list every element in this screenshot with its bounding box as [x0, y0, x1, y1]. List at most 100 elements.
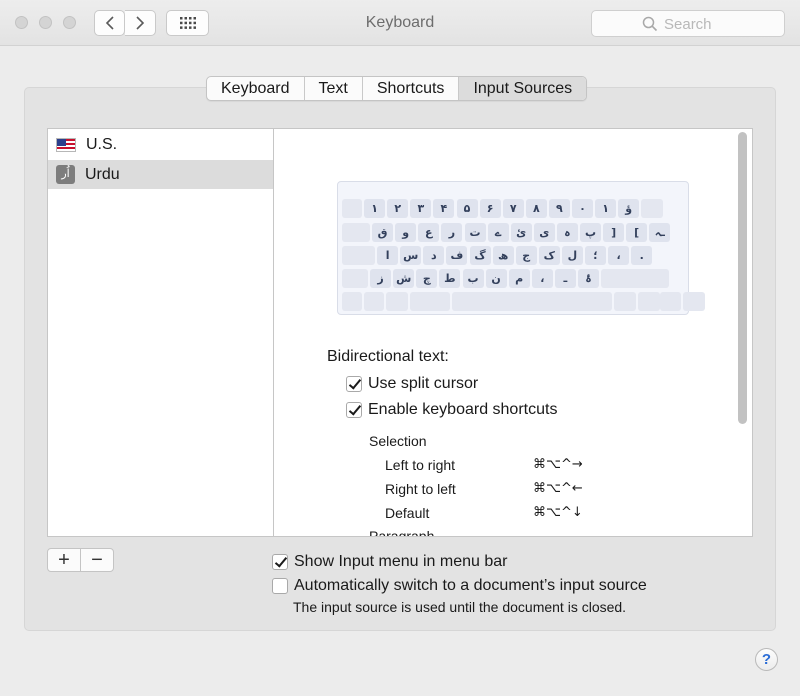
- title-bar: Keyboard Search: [0, 0, 800, 46]
- keyboard-key: ۹: [548, 199, 570, 218]
- add-source-button[interactable]: +: [48, 549, 81, 571]
- keyboard-key: س: [400, 246, 422, 265]
- keyboard-shortcuts-option[interactable]: Enable keyboard shortcuts: [346, 401, 557, 419]
- keyboard-key: ]: [603, 223, 625, 242]
- show-input-menu-checkbox[interactable]: [272, 554, 288, 570]
- auto-switch-label: Automatically switch to a document’s inp…: [294, 577, 647, 594]
- keyboard-key: .: [631, 246, 653, 265]
- keyboard-key: ،: [531, 269, 553, 288]
- keyboard-key: ی: [533, 223, 555, 242]
- keyboard-key: ج: [515, 246, 537, 265]
- keyboard-key: ۵: [456, 199, 478, 218]
- keyboard-key: چ: [416, 269, 438, 288]
- keyboard-space-key: [452, 292, 612, 311]
- keyboard-key: ۰: [572, 199, 593, 218]
- input-source-list: U.S. اُر Urdu: [47, 128, 273, 537]
- split-cursor-checkbox[interactable]: [346, 376, 362, 392]
- keyboard-key: [342, 199, 362, 218]
- selection-heading: Selection: [369, 433, 427, 449]
- keyboard-key: و: [395, 223, 417, 242]
- auto-switch-option[interactable]: Automatically switch to a document’s inp…: [272, 577, 647, 595]
- keyboard-key: [601, 269, 670, 288]
- keyboard-key: پ: [580, 223, 601, 242]
- keyboard-key: ۱: [595, 199, 617, 218]
- keyboard-key: ،: [608, 246, 630, 265]
- keyboard-key: ؤ: [618, 199, 640, 218]
- auto-switch-note: The input source is used until the docum…: [293, 599, 627, 615]
- keyboard-key: ۷: [502, 199, 524, 218]
- list-item-us[interactable]: U.S.: [48, 130, 273, 159]
- keyboard-key: ۲: [387, 199, 409, 218]
- keyboard-key: ھ: [492, 246, 514, 265]
- split-cursor-option[interactable]: Use split cursor: [346, 375, 478, 393]
- shortcut-keys-ltr: ⌘⌥^→: [533, 457, 583, 472]
- scrollbar-thumb[interactable]: [738, 132, 747, 424]
- tab-keyboard[interactable]: Keyboard: [207, 77, 305, 100]
- keyboard-key: [342, 223, 370, 242]
- keyboard-key: ل: [561, 246, 583, 265]
- keyboard-key: ۱: [364, 199, 386, 218]
- keyboard-key: ۂ: [578, 269, 599, 288]
- shortcut-label-rtl: Right to left: [385, 481, 456, 497]
- bidi-heading: Bidirectional text:: [327, 348, 449, 365]
- keyboard-key: ع: [418, 223, 440, 242]
- keyboard-key: ئ: [510, 223, 532, 242]
- keyboard-key: ب: [462, 269, 484, 288]
- keyboard-key: [641, 199, 664, 218]
- search-icon: [642, 16, 658, 32]
- keyboard-key: ق: [372, 223, 394, 242]
- keyboard-key: ؛: [585, 246, 606, 265]
- keyboard-key: [342, 269, 368, 288]
- keyboard-layout-preview: ۱ ۲ ۳ ۴ ۵ ۶ ۷ ۸ ۹ ۰ ۱ ؤ ق و ع ر ت ے ئ ی ہ پ][ـہ ا س د ف گ ھ ج ک ل ؛ ،. ز ش…: [337, 181, 705, 315]
- keyboard-key: ا: [377, 246, 399, 265]
- keyboard-key: ہ: [556, 223, 578, 242]
- source-label-urdu: Urdu: [85, 165, 120, 183]
- keyboard-key: [660, 292, 681, 311]
- paragraph-heading-clip: Paragraph: [274, 527, 736, 536]
- keyboard-key: ش: [393, 269, 415, 288]
- shortcut-keys-rtl: ⌘⌥^←: [533, 481, 583, 496]
- keyboard-key: ۶: [479, 199, 501, 218]
- keyboard-key: د: [423, 246, 445, 265]
- help-button[interactable]: ?: [755, 648, 778, 671]
- shortcut-keys-default: ⌘⌥^↓: [533, 505, 583, 520]
- keyboard-key: [342, 292, 362, 311]
- keyboard-key: [386, 292, 408, 311]
- search-placeholder: Search: [664, 16, 712, 33]
- keyboard-key: ـ: [554, 269, 576, 288]
- us-flag-icon: [56, 137, 76, 152]
- keyboard-key: [342, 246, 375, 265]
- shortcut-label-ltr: Left to right: [385, 457, 456, 473]
- add-remove-control: + −: [47, 548, 114, 572]
- tab-input-sources[interactable]: Input Sources: [459, 77, 587, 100]
- source-label-us: U.S.: [86, 135, 118, 153]
- keyboard-key: [638, 292, 660, 311]
- remove-source-button[interactable]: −: [81, 549, 113, 571]
- keyboard-key: [: [626, 223, 648, 242]
- tab-bar: Keyboard Text Shortcuts Input Sources: [206, 76, 588, 101]
- search-field[interactable]: Search: [591, 10, 785, 37]
- auto-switch-checkbox[interactable]: [272, 578, 288, 594]
- show-input-menu-label: Show Input menu in menu bar: [294, 553, 508, 570]
- keyboard-key: ز: [370, 269, 392, 288]
- tab-text[interactable]: Text: [305, 77, 363, 100]
- shortcut-label-default: Default: [385, 505, 430, 521]
- keyboard-key: ر: [441, 223, 463, 242]
- keyboard-shortcuts-label: Enable keyboard shortcuts: [368, 401, 558, 418]
- keyboard-key: ۸: [525, 199, 547, 218]
- show-input-menu-option[interactable]: Show Input menu in menu bar: [272, 553, 507, 571]
- keyboard-shortcuts-checkbox[interactable]: [346, 402, 362, 418]
- keyboard-key: ط: [439, 269, 461, 288]
- keyboard-key: ـہ: [649, 223, 671, 242]
- keyboard-key: [364, 292, 384, 311]
- keyboard-key: [410, 292, 450, 311]
- keyboard-key: ۳: [410, 199, 432, 218]
- urdu-input-icon: اُر: [56, 165, 75, 184]
- keyboard-key: ن: [485, 269, 507, 288]
- paragraph-heading: Paragraph: [369, 528, 435, 536]
- tab-shortcuts[interactable]: Shortcuts: [363, 77, 460, 100]
- list-item-urdu[interactable]: اُر Urdu: [48, 160, 273, 189]
- keyboard-key: م: [508, 269, 530, 288]
- keyboard-key: ت: [464, 223, 486, 242]
- keyboard-key: [683, 292, 705, 311]
